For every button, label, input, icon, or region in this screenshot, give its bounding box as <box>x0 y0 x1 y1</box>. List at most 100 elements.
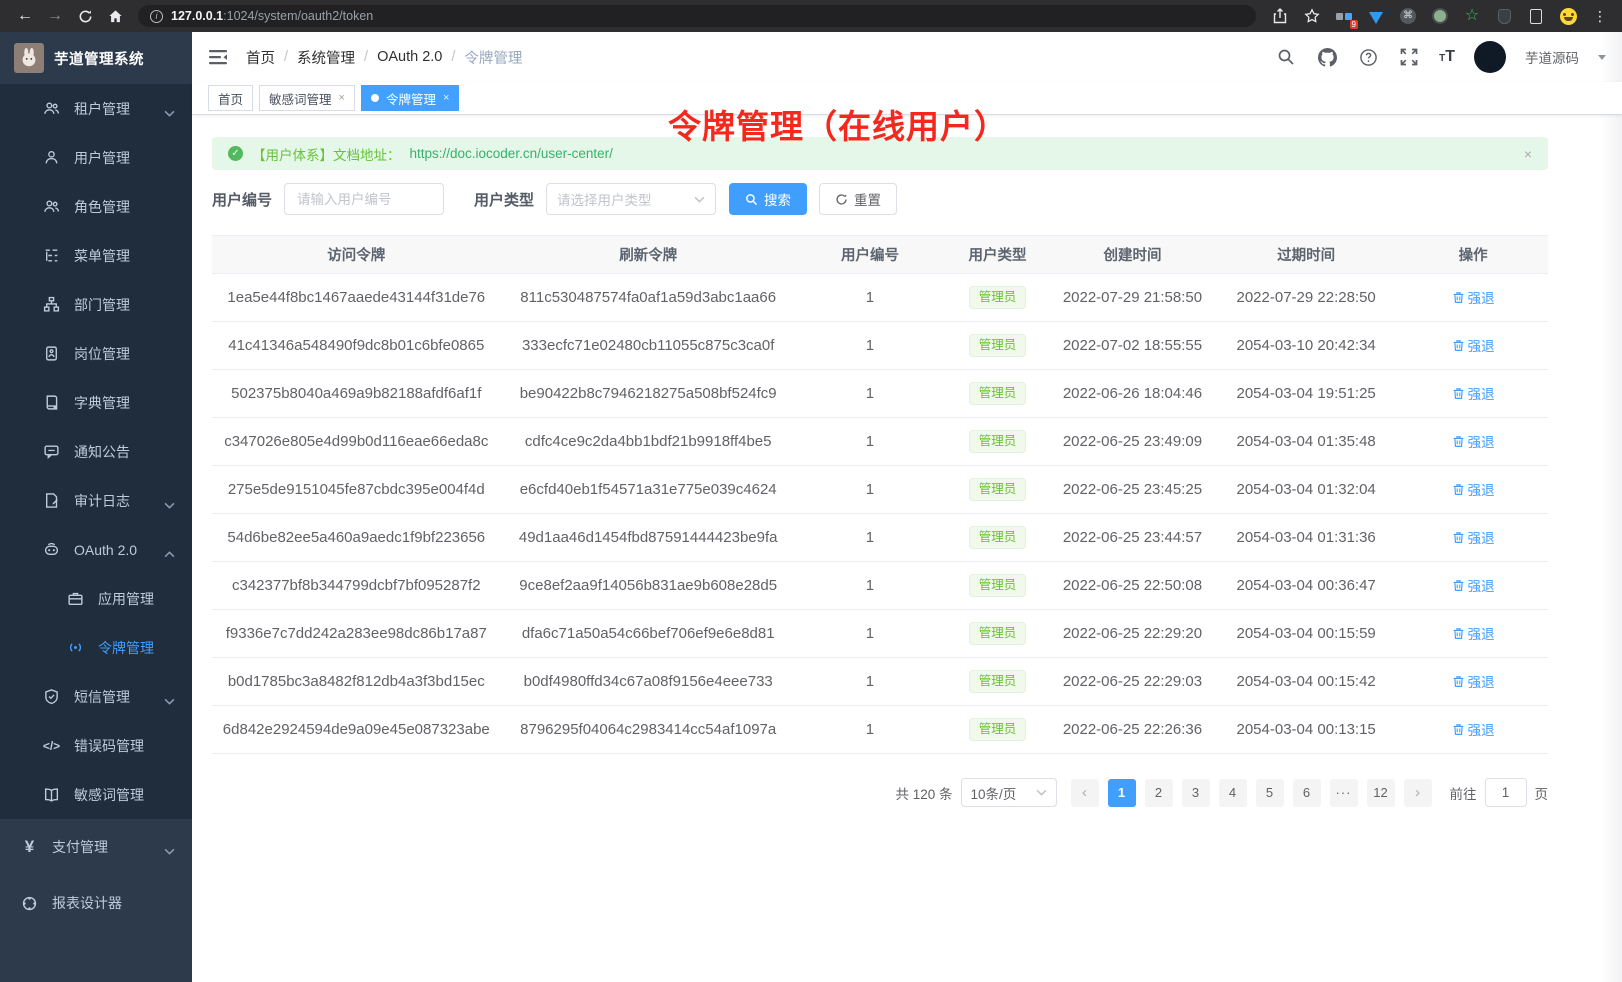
force-logout-button[interactable]: 强退 <box>1452 287 1495 307</box>
user-menu-caret-icon[interactable] <box>1598 55 1606 60</box>
sidebar-item-通知公告[interactable]: 通知公告 <box>0 427 192 476</box>
url-bar[interactable]: i 127.0.0.1:1024/system/oauth2/token <box>138 5 1256 27</box>
home-icon[interactable] <box>102 3 128 29</box>
view-tab-首页[interactable]: 首页 <box>208 85 253 111</box>
page-button-2[interactable]: 2 <box>1145 779 1173 807</box>
page-ellipsis[interactable]: ··· <box>1330 779 1358 807</box>
site-info-icon[interactable]: i <box>150 10 163 23</box>
force-logout-button[interactable]: 强退 <box>1452 431 1495 451</box>
bookmark-star-icon[interactable] <box>1302 6 1322 26</box>
user-type-select[interactable]: 请选择用户类型 <box>546 183 716 215</box>
sidebar-item-用户管理[interactable]: 用户管理 <box>0 133 192 182</box>
forward-icon[interactable]: → <box>42 3 68 29</box>
sidebar-item-菜单管理[interactable]: 菜单管理 <box>0 231 192 280</box>
alert-doc-link[interactable]: https://doc.iocoder.cn/user-center/ <box>410 146 613 161</box>
reader-extension-icon[interactable] <box>1526 6 1546 26</box>
sidebar-item-应用管理[interactable]: 应用管理 <box>0 574 192 623</box>
app-logo-row[interactable]: 芋道管理系统 <box>0 32 192 84</box>
user-type-badge: 管理员 <box>969 286 1027 309</box>
back-icon[interactable]: ← <box>12 3 38 29</box>
gem-extension-icon[interactable] <box>1366 6 1386 26</box>
user-id-cell: 1 <box>796 610 944 658</box>
alert-close-icon[interactable]: × <box>1524 146 1532 162</box>
trash-icon <box>1452 675 1465 688</box>
view-tab-令牌管理[interactable]: 令牌管理 × <box>361 85 459 111</box>
goto-page-input[interactable] <box>1485 778 1527 807</box>
emoji-extension-icon[interactable] <box>1558 6 1578 26</box>
user-id-cell: 1 <box>796 658 944 706</box>
command-extension-icon[interactable]: ⌘ <box>1398 6 1418 26</box>
page-button-1[interactable]: 1 <box>1108 779 1136 807</box>
username[interactable]: 芋道源码 <box>1525 47 1579 67</box>
tab-bar: 首页 敏感词管理 × 令牌管理 × <box>192 82 1622 115</box>
share-icon[interactable] <box>1270 6 1290 26</box>
url-text: 127.0.0.1:1024/system/oauth2/token <box>171 9 373 23</box>
user-type-cell: 管理员 <box>944 514 1051 562</box>
access-token-cell: 502375b8040a469a9b82188afdf6af1f <box>212 370 501 418</box>
user-type-cell: 管理员 <box>944 370 1051 418</box>
view-tab-敏感词管理[interactable]: 敏感词管理 × <box>259 85 355 111</box>
sidebar-item-OAuth 2.0[interactable]: OAuth 2.0 <box>0 525 192 574</box>
created-time-cell: 2022-06-25 23:49:09 <box>1051 418 1214 466</box>
sidebar-item-令牌管理[interactable]: 令牌管理 <box>0 623 192 672</box>
breadcrumb-item: 令牌管理 <box>464 47 522 68</box>
collapse-sidebar-icon[interactable] <box>208 46 230 68</box>
reset-button[interactable]: 重置 <box>819 183 897 215</box>
close-tab-icon[interactable]: × <box>339 92 345 104</box>
green-dot-extension-icon[interactable] <box>1430 6 1450 26</box>
user-type-label: 用户类型 <box>474 189 534 210</box>
sidebar-item-报表设计器[interactable]: 报表设计器 <box>0 875 192 931</box>
breadcrumb-item[interactable]: OAuth 2.0 <box>377 49 442 65</box>
user-type-cell: 管理员 <box>944 466 1051 514</box>
sidebar-item-支付管理[interactable]: ¥ 支付管理 <box>0 819 192 875</box>
force-logout-button[interactable]: 强退 <box>1452 575 1495 595</box>
force-logout-button[interactable]: 强退 <box>1452 719 1495 739</box>
sidebar-item-字典管理[interactable]: 字典管理 <box>0 378 192 427</box>
user-type-badge: 管理员 <box>969 334 1027 357</box>
force-logout-button[interactable]: 强退 <box>1452 335 1495 355</box>
sidebar-item-审计日志[interactable]: 审计日志 <box>0 476 192 525</box>
avatar[interactable] <box>1474 41 1506 73</box>
prev-page-button[interactable]: ‹ <box>1071 779 1099 807</box>
force-logout-button[interactable]: 强退 <box>1452 527 1495 547</box>
reload-icon[interactable] <box>72 3 98 29</box>
github-icon[interactable] <box>1316 46 1338 68</box>
sidebar-item-岗位管理[interactable]: 岗位管理 <box>0 329 192 378</box>
page-button-12[interactable]: 12 <box>1367 779 1395 807</box>
page-button-4[interactable]: 4 <box>1219 779 1247 807</box>
chevron-icon <box>164 104 175 120</box>
browser-menu-icon[interactable]: ⋮ <box>1590 6 1610 26</box>
sidebar-item-敏感词管理[interactable]: 敏感词管理 <box>0 770 192 819</box>
table-row: c347026e805e4d99b0d116eae66eda8c cdfc4ce… <box>212 418 1548 466</box>
force-logout-button[interactable]: 强退 <box>1452 383 1495 403</box>
action-cell: 强退 <box>1398 610 1548 658</box>
sidebar-item-错误码管理[interactable]: </> 错误码管理 <box>0 721 192 770</box>
star-extension-icon[interactable]: ☆ <box>1462 6 1482 26</box>
close-tab-icon[interactable]: × <box>443 92 449 104</box>
force-logout-button[interactable]: 强退 <box>1452 479 1495 499</box>
help-icon[interactable] <box>1357 46 1379 68</box>
force-logout-button[interactable]: 强退 <box>1452 623 1495 643</box>
page-button-3[interactable]: 3 <box>1182 779 1210 807</box>
font-size-icon[interactable]: TT <box>1439 48 1455 66</box>
search-button[interactable]: 搜索 <box>729 183 807 215</box>
sidebar-item-短信管理[interactable]: 短信管理 <box>0 672 192 721</box>
page-button-5[interactable]: 5 <box>1256 779 1284 807</box>
page-size-select[interactable]: 10条/页 <box>961 778 1057 807</box>
fullscreen-icon[interactable] <box>1398 46 1420 68</box>
sidebar-menu: 租户管理 用户管理 角色管理 菜单管理 部门管理 岗位管理 字典管理 通知公告 … <box>0 84 192 982</box>
user-id-cell: 1 <box>796 418 944 466</box>
next-page-button[interactable]: › <box>1404 779 1432 807</box>
pin-extension-icon[interactable] <box>1494 6 1514 26</box>
sidebar-item-租户管理[interactable]: 租户管理 <box>0 84 192 133</box>
user-id-input[interactable] <box>284 183 444 215</box>
breadcrumb-item[interactable]: 系统管理 <box>297 47 355 68</box>
sidebar-item-角色管理[interactable]: 角色管理 <box>0 182 192 231</box>
breadcrumb-item[interactable]: 首页 <box>246 47 275 68</box>
sidebar-item-部门管理[interactable]: 部门管理 <box>0 280 192 329</box>
column-header: 过期时间 <box>1214 236 1398 274</box>
search-icon[interactable] <box>1275 46 1297 68</box>
page-button-6[interactable]: 6 <box>1293 779 1321 807</box>
force-logout-button[interactable]: 强退 <box>1452 671 1495 691</box>
extensions-icon[interactable]: 9 <box>1334 6 1354 26</box>
